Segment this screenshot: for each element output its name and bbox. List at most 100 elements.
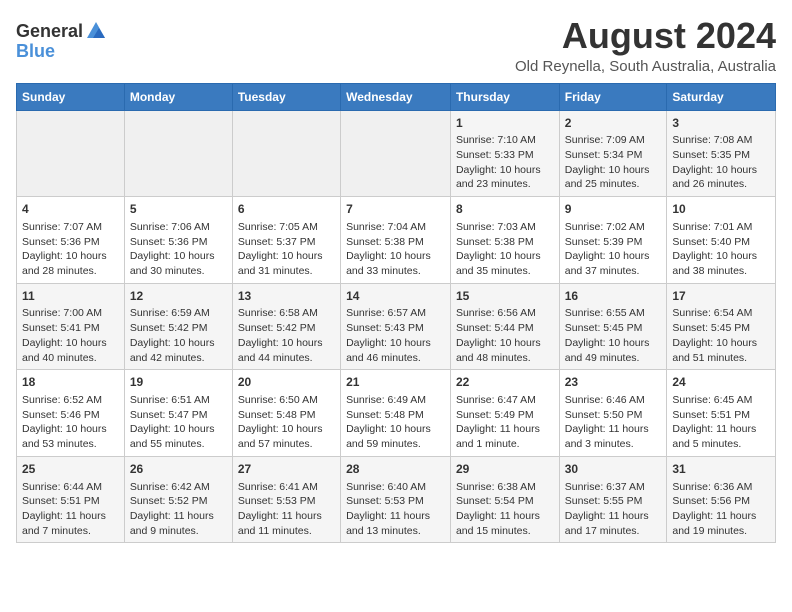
cell-text-line: and 5 minutes. <box>672 437 770 452</box>
logo-blue-text: Blue <box>16 41 55 61</box>
cell-text-line: and 42 minutes. <box>130 351 227 366</box>
cell-text-line: Sunset: 5:55 PM <box>565 494 662 509</box>
cell-text-line: Sunrise: 7:05 AM <box>238 220 335 235</box>
cell-text-line: and 37 minutes. <box>565 264 662 279</box>
calendar-cell: 19Sunrise: 6:51 AMSunset: 5:47 PMDayligh… <box>124 370 232 457</box>
day-number: 12 <box>130 288 227 305</box>
calendar-week-5: 25Sunrise: 6:44 AMSunset: 5:51 PMDayligh… <box>17 456 776 543</box>
cell-text-line: Daylight: 10 hours <box>22 422 119 437</box>
day-number: 3 <box>672 115 770 132</box>
cell-text-line: Daylight: 10 hours <box>565 249 662 264</box>
cell-text-line: and 25 minutes. <box>565 177 662 192</box>
cell-text-line: Sunrise: 6:40 AM <box>346 480 445 495</box>
day-number: 4 <box>22 201 119 218</box>
cell-text-line: Daylight: 10 hours <box>672 336 770 351</box>
cell-text-line: Sunrise: 6:59 AM <box>130 306 227 321</box>
day-number: 1 <box>456 115 554 132</box>
cell-text-line: Sunrise: 6:44 AM <box>22 480 119 495</box>
calendar-cell: 23Sunrise: 6:46 AMSunset: 5:50 PMDayligh… <box>559 370 667 457</box>
cell-text-line: Sunrise: 7:07 AM <box>22 220 119 235</box>
cell-text-line: Sunset: 5:39 PM <box>565 235 662 250</box>
cell-text-line: Sunrise: 6:42 AM <box>130 480 227 495</box>
cell-text-line: Sunrise: 7:00 AM <box>22 306 119 321</box>
cell-text-line: Daylight: 10 hours <box>22 249 119 264</box>
calendar-cell: 21Sunrise: 6:49 AMSunset: 5:48 PMDayligh… <box>341 370 451 457</box>
cell-text-line: Sunset: 5:45 PM <box>565 321 662 336</box>
cell-text-line: Sunrise: 6:49 AM <box>346 393 445 408</box>
cell-text-line: Sunrise: 7:04 AM <box>346 220 445 235</box>
cell-text-line: and 38 minutes. <box>672 264 770 279</box>
cell-text-line: Sunset: 5:40 PM <box>672 235 770 250</box>
cell-text-line: Daylight: 10 hours <box>672 249 770 264</box>
cell-text-line: Sunset: 5:53 PM <box>346 494 445 509</box>
cell-text-line: Daylight: 11 hours <box>456 422 554 437</box>
day-number: 27 <box>238 461 335 478</box>
cell-text-line: Daylight: 10 hours <box>456 163 554 178</box>
cell-text-line: Sunset: 5:36 PM <box>22 235 119 250</box>
cell-text-line: Sunrise: 6:46 AM <box>565 393 662 408</box>
cell-text-line: and 3 minutes. <box>565 437 662 452</box>
cell-text-line: Daylight: 10 hours <box>238 422 335 437</box>
day-number: 9 <box>565 201 662 218</box>
cell-text-line: and 15 minutes. <box>456 524 554 539</box>
cell-text-line: Sunrise: 6:52 AM <box>22 393 119 408</box>
cell-text-line: Sunset: 5:38 PM <box>346 235 445 250</box>
header-monday: Monday <box>124 83 232 110</box>
calendar-cell: 6Sunrise: 7:05 AMSunset: 5:37 PMDaylight… <box>232 197 340 284</box>
cell-text-line: Sunrise: 7:08 AM <box>672 133 770 148</box>
day-number: 24 <box>672 374 770 391</box>
header-wednesday: Wednesday <box>341 83 451 110</box>
day-number: 28 <box>346 461 445 478</box>
calendar-cell: 16Sunrise: 6:55 AMSunset: 5:45 PMDayligh… <box>559 283 667 370</box>
page-subtitle: Old Reynella, South Australia, Australia <box>515 58 776 75</box>
calendar-week-4: 18Sunrise: 6:52 AMSunset: 5:46 PMDayligh… <box>17 370 776 457</box>
cell-text-line: Sunset: 5:56 PM <box>672 494 770 509</box>
cell-text-line: and 55 minutes. <box>130 437 227 452</box>
calendar-cell: 24Sunrise: 6:45 AMSunset: 5:51 PMDayligh… <box>667 370 776 457</box>
cell-text-line: Daylight: 10 hours <box>565 163 662 178</box>
day-number: 17 <box>672 288 770 305</box>
cell-text-line: Sunset: 5:45 PM <box>672 321 770 336</box>
calendar-cell: 30Sunrise: 6:37 AMSunset: 5:55 PMDayligh… <box>559 456 667 543</box>
cell-text-line: Sunset: 5:36 PM <box>130 235 227 250</box>
cell-text-line: and 49 minutes. <box>565 351 662 366</box>
day-number: 18 <box>22 374 119 391</box>
day-number: 8 <box>456 201 554 218</box>
cell-text-line: Sunset: 5:48 PM <box>346 408 445 423</box>
cell-text-line: Sunrise: 6:55 AM <box>565 306 662 321</box>
cell-text-line: Sunset: 5:53 PM <box>238 494 335 509</box>
cell-text-line: Daylight: 10 hours <box>346 336 445 351</box>
cell-text-line: Daylight: 10 hours <box>238 336 335 351</box>
cell-text-line: and 48 minutes. <box>456 351 554 366</box>
cell-text-line: Sunrise: 6:58 AM <box>238 306 335 321</box>
cell-text-line: and 13 minutes. <box>346 524 445 539</box>
cell-text-line: Sunset: 5:47 PM <box>130 408 227 423</box>
cell-text-line: Sunrise: 7:03 AM <box>456 220 554 235</box>
calendar-cell: 29Sunrise: 6:38 AMSunset: 5:54 PMDayligh… <box>450 456 559 543</box>
cell-text-line: Sunrise: 7:06 AM <box>130 220 227 235</box>
cell-text-line: Daylight: 11 hours <box>672 509 770 524</box>
cell-text-line: and 46 minutes. <box>346 351 445 366</box>
cell-text-line: and 31 minutes. <box>238 264 335 279</box>
cell-text-line: Sunrise: 7:09 AM <box>565 133 662 148</box>
header: General Blue August 2024 Old Reynella, S… <box>16 16 776 75</box>
cell-text-line: Sunset: 5:51 PM <box>672 408 770 423</box>
calendar-cell <box>17 110 125 197</box>
day-number: 6 <box>238 201 335 218</box>
cell-text-line: Sunrise: 6:47 AM <box>456 393 554 408</box>
cell-text-line: Daylight: 11 hours <box>456 509 554 524</box>
cell-text-line: Daylight: 10 hours <box>346 422 445 437</box>
cell-text-line: and 30 minutes. <box>130 264 227 279</box>
day-number: 2 <box>565 115 662 132</box>
logo-general-text: General <box>16 22 83 40</box>
cell-text-line: and 51 minutes. <box>672 351 770 366</box>
cell-text-line: Sunrise: 6:45 AM <box>672 393 770 408</box>
cell-text-line: Sunset: 5:49 PM <box>456 408 554 423</box>
cell-text-line: and 7 minutes. <box>22 524 119 539</box>
calendar-cell: 26Sunrise: 6:42 AMSunset: 5:52 PMDayligh… <box>124 456 232 543</box>
header-thursday: Thursday <box>450 83 559 110</box>
cell-text-line: and 57 minutes. <box>238 437 335 452</box>
cell-text-line: Daylight: 10 hours <box>22 336 119 351</box>
calendar-cell: 14Sunrise: 6:57 AMSunset: 5:43 PMDayligh… <box>341 283 451 370</box>
day-number: 23 <box>565 374 662 391</box>
